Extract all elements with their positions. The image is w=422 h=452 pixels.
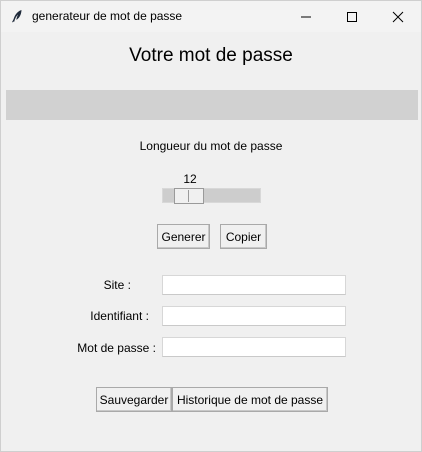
password-input[interactable] [162, 337, 346, 357]
minimize-button[interactable] [283, 1, 329, 32]
copy-button[interactable]: Copier [220, 224, 267, 249]
window-title: generateur de mot de passe [32, 9, 183, 23]
generate-button[interactable]: Generer [157, 224, 210, 249]
length-label: Longueur du mot de passe [139, 139, 283, 153]
save-button[interactable]: Sauvegarder [96, 387, 172, 412]
close-icon [392, 11, 404, 22]
length-slider-handle[interactable] [174, 188, 204, 204]
page-title: Votre mot de passe [129, 45, 293, 66]
history-button[interactable]: Historique de mot de passe [172, 387, 328, 412]
site-input[interactable] [162, 275, 346, 295]
password-display [6, 90, 418, 120]
minimize-icon [301, 16, 311, 17]
app-window: generateur de mot de passe Votre mot de … [0, 0, 422, 452]
feather-icon [10, 9, 24, 23]
identifier-input[interactable] [162, 306, 346, 326]
identifier-label: Identifiant : [90, 309, 149, 323]
maximize-button[interactable] [329, 1, 375, 32]
close-button[interactable] [375, 1, 421, 32]
length-value: 12 [183, 172, 197, 186]
title-bar[interactable]: generateur de mot de passe [1, 1, 421, 32]
password-label: Mot de passe : [77, 341, 156, 355]
site-label: Site : [103, 278, 131, 292]
maximize-icon [347, 11, 357, 22]
